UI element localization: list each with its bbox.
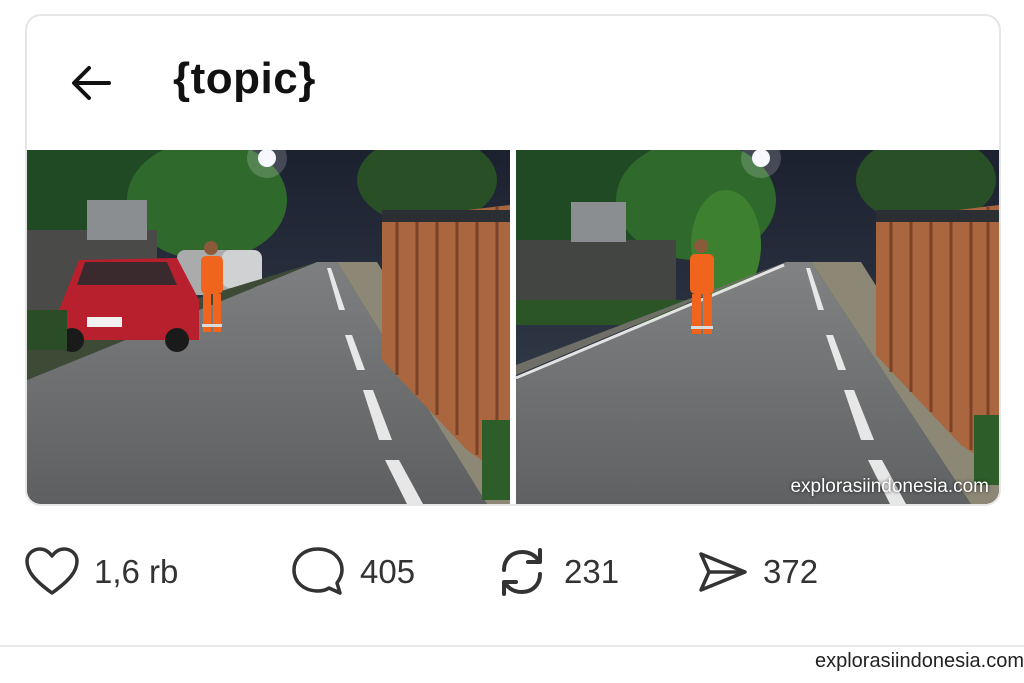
- comment-icon: [292, 547, 344, 595]
- divider: [0, 645, 1024, 647]
- post-header: {topic}: [27, 16, 999, 150]
- share-count: 372: [763, 553, 819, 590]
- footer-watermark: explorasiindonesia.com: [814, 650, 1024, 672]
- repost-count: 231: [564, 553, 620, 590]
- red-car: [57, 258, 199, 352]
- comment-count: 405: [360, 553, 416, 590]
- like-count: 1,6 rb: [94, 553, 179, 590]
- comment-button[interactable]: 405: [290, 540, 415, 604]
- heart-icon: [25, 547, 79, 595]
- page-title: {topic}: [173, 54, 316, 103]
- share-icon: [699, 552, 747, 592]
- repost-button[interactable]: 231: [494, 540, 619, 604]
- back-button[interactable]: [67, 60, 117, 106]
- share-button[interactable]: 372: [697, 540, 818, 604]
- street-photo-left[interactable]: [27, 150, 510, 504]
- post-actions: 1,6 rb 405 231 372: [0, 540, 1024, 604]
- post-card: {topic} explorasiindonesia.com: [25, 14, 1001, 506]
- arrow-left-icon: [72, 66, 111, 100]
- like-button[interactable]: 1,6 rb: [24, 540, 178, 604]
- repost-icon: [502, 548, 542, 596]
- image-watermark: explorasiindonesia.com: [790, 476, 989, 497]
- street-photo-right[interactable]: [516, 150, 999, 504]
- post-media[interactable]: explorasiindonesia.com: [27, 150, 999, 504]
